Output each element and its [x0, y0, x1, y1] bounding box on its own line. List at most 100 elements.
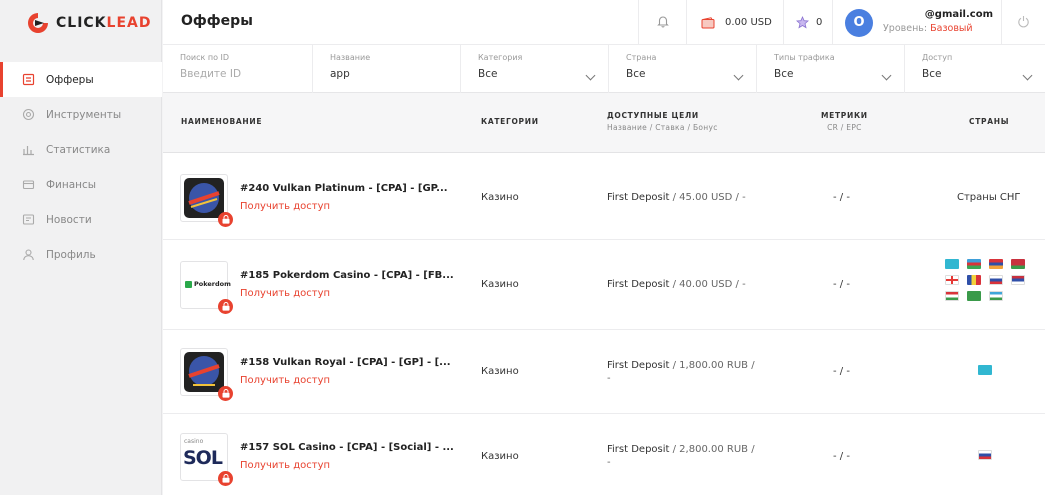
- lock-icon: [218, 299, 233, 314]
- offer-goal: First Deposit / 2,800.00 RUB / -: [607, 443, 757, 469]
- sidebar-item-label: Профиль: [46, 248, 96, 261]
- filters-bar: Поиск по ID Введите ID Название app Кате…: [163, 45, 1045, 93]
- filter-id[interactable]: Поиск по ID Введите ID: [163, 45, 313, 93]
- table-row[interactable]: #240 Vulkan Platinum - [CPA] - [GP... По…: [163, 153, 1045, 240]
- offer-goal: First Deposit / 40.00 USD / -: [607, 278, 757, 291]
- thumb-label: Pokerdom: [194, 280, 231, 288]
- flag-am: [989, 259, 1003, 269]
- table-row[interactable]: #158 Vulkan Royal - [CPA] - [GP] - [... …: [163, 330, 1045, 414]
- goal-name: First Deposit: [607, 444, 670, 455]
- sidebar-item-profile[interactable]: Профиль: [0, 237, 162, 272]
- table-row[interactable]: casino SOL #157 SOL Casino - [CPA] - [So…: [163, 414, 1045, 495]
- offer-category: Казино: [481, 192, 519, 203]
- id-search-input[interactable]: Введите ID: [180, 68, 312, 80]
- filter-label: Типы трафика: [774, 53, 835, 62]
- name-search-input[interactable]: app: [330, 68, 460, 80]
- sidebar-item-stats[interactable]: Статистика: [0, 132, 162, 167]
- filter-category[interactable]: Категория Все: [461, 45, 609, 93]
- user-menu[interactable]: O @gmail.com Уровень: Базовый: [832, 0, 1001, 45]
- filter-traffic[interactable]: Типы трафика Все: [757, 45, 905, 93]
- offer-category: Казино: [481, 366, 519, 377]
- offer-name[interactable]: #185 Pokerdom Casino - [CPA] - [FB...: [240, 270, 454, 281]
- stats-icon: [21, 143, 35, 157]
- avatar: O: [845, 8, 873, 37]
- goal-name: First Deposit: [607, 192, 670, 203]
- flag-ru: [989, 275, 1003, 285]
- level-label: Уровень:: [883, 23, 928, 34]
- rating-value: 0: [816, 17, 823, 28]
- offer-metrics: - / -: [833, 366, 850, 377]
- filter-label: Название: [330, 53, 371, 62]
- profile-icon: [21, 248, 35, 262]
- sidebar-item-label: Офферы: [46, 73, 94, 86]
- sidebar-item-news[interactable]: Новости: [0, 202, 162, 237]
- offer-category: Казино: [481, 279, 519, 290]
- balance-widget[interactable]: 0.00 USD: [686, 0, 783, 45]
- sidebar-item-label: Финансы: [46, 178, 97, 191]
- offer-name[interactable]: #157 SOL Casino - [CPA] - [Social] - ...: [240, 442, 454, 453]
- bell-icon: [656, 14, 670, 31]
- page-title: Офферы: [181, 13, 253, 29]
- offer-thumbnail[interactable]: casino SOL: [180, 433, 233, 486]
- sidebar-item-tools[interactable]: Инструменты: [0, 97, 162, 132]
- filter-name[interactable]: Название app: [313, 45, 461, 93]
- col-goals[interactable]: ДОСТУПНЫЕ ЦЕЛИ Название / Ставка / Бонус: [607, 111, 718, 132]
- sidebar-item-finance[interactable]: Финансы: [0, 167, 162, 202]
- goal-name: First Deposit: [607, 360, 670, 371]
- table-row[interactable]: Pokerdom #185 Pokerdom Casino - [CPA] - …: [163, 240, 1045, 330]
- request-access-link[interactable]: Получить доступ: [240, 288, 330, 299]
- col-categories[interactable]: КАТЕГОРИИ: [481, 117, 539, 126]
- offer-thumbnail[interactable]: Pokerdom: [180, 261, 233, 314]
- offer-countries: [974, 447, 996, 463]
- filter-label: Поиск по ID: [180, 53, 230, 62]
- offer-metrics: - / -: [833, 192, 850, 203]
- filter-label: Страна: [626, 53, 657, 62]
- col-countries[interactable]: СТРАНЫ: [969, 117, 1009, 126]
- balance-value: 0.00 USD: [725, 17, 772, 28]
- offer-name[interactable]: #158 Vulkan Royal - [CPA] - [GP] - [...: [240, 357, 451, 368]
- offer-countries: [941, 256, 1031, 304]
- offer-name[interactable]: #240 Vulkan Platinum - [CPA] - [GP...: [240, 183, 448, 194]
- sidebar-item-offers[interactable]: Офферы: [0, 62, 162, 97]
- user-info: @gmail.com Уровень: Базовый: [883, 9, 997, 34]
- offer-countries: [974, 362, 996, 378]
- col-metrics-sub: CR / EPC: [827, 123, 862, 132]
- col-goals-sub: Название / Ставка / Бонус: [607, 123, 718, 132]
- notifications-button[interactable]: [638, 0, 686, 45]
- request-access-link[interactable]: Получить доступ: [240, 201, 330, 212]
- offer-metrics: - / -: [833, 451, 850, 462]
- lock-icon: [218, 212, 233, 227]
- flag-kz: [978, 365, 992, 375]
- level-value: Базовый: [930, 23, 973, 34]
- offer-metrics: - / -: [833, 279, 850, 290]
- filter-country[interactable]: Страна Все: [609, 45, 757, 93]
- goal-rate: / 40.00 USD / -: [669, 279, 746, 290]
- rating-widget[interactable]: 0: [783, 0, 832, 45]
- clicklead-logo-icon: [26, 11, 50, 35]
- flag-rs: [1011, 275, 1025, 285]
- filter-access[interactable]: Доступ Все: [905, 45, 1045, 93]
- sidebar: CLICKLEAD Офферы Инструменты Статистика …: [0, 0, 162, 495]
- lock-icon: [218, 471, 233, 486]
- brand-name: CLICKLEAD: [56, 15, 152, 31]
- logout-button[interactable]: [1001, 0, 1045, 45]
- user-email: @gmail.com: [924, 9, 993, 20]
- goal-name: First Deposit: [607, 279, 670, 290]
- brand-logo[interactable]: CLICKLEAD: [26, 10, 151, 36]
- offer-thumbnail[interactable]: [180, 174, 233, 227]
- request-access-link[interactable]: Получить доступ: [240, 375, 330, 386]
- sidebar-item-label: Статистика: [46, 143, 111, 156]
- filter-label: Доступ: [922, 53, 953, 62]
- sidebar-item-label: Новости: [46, 213, 92, 226]
- flag-tj: [945, 291, 959, 301]
- request-access-link[interactable]: Получить доступ: [240, 460, 330, 471]
- offer-thumbnail[interactable]: [180, 348, 233, 401]
- flag-ge: [945, 275, 959, 285]
- col-name[interactable]: НАИМЕНОВАНИЕ: [181, 117, 262, 126]
- thumb-small-label: casino: [184, 438, 204, 445]
- offer-countries: Страны СНГ: [957, 192, 1021, 203]
- user-level: Уровень: Базовый: [883, 23, 997, 34]
- col-metrics[interactable]: МЕТРИКИ CR / EPC: [821, 111, 868, 132]
- col-goals-title: ДОСТУПНЫЕ ЦЕЛИ: [607, 111, 699, 120]
- thumb-label: SOL: [183, 447, 223, 469]
